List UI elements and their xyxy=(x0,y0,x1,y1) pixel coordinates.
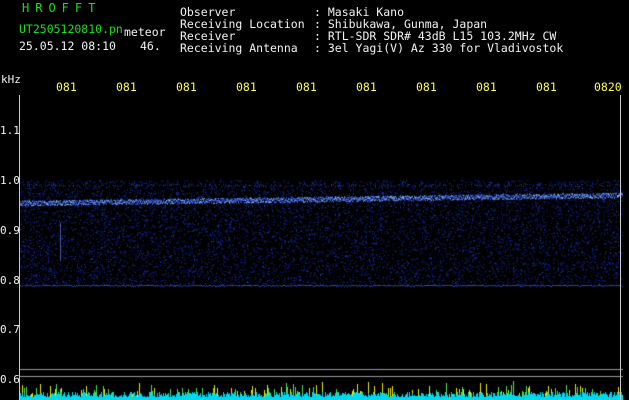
y-tick: 1.0 xyxy=(0,174,20,187)
x-tick: 081 xyxy=(476,80,497,94)
y-tick: 0.9 xyxy=(0,224,20,237)
x-tick: 081 xyxy=(296,80,317,94)
meteor-label: meteor xyxy=(124,25,166,39)
antenna-value: : 3el Yagi(V) Az 330 for Vladivostok xyxy=(314,41,564,55)
y-tick: 0.6 xyxy=(0,373,20,386)
x-tick: 0820 xyxy=(594,80,622,94)
x-tick: 081 xyxy=(236,80,257,94)
meteor-count: 46. xyxy=(140,39,161,53)
file-name: UT2505120810.pn xyxy=(19,22,123,36)
y-tick: 1.1 xyxy=(0,124,20,137)
y-axis-unit: kHz xyxy=(1,73,21,86)
x-tick: 081 xyxy=(356,80,377,94)
x-tick: 081 xyxy=(56,80,77,94)
y-tick: 0.8 xyxy=(0,274,20,287)
date-time: 25.05.12 08:10 xyxy=(19,39,116,53)
x-tick: 081 xyxy=(416,80,437,94)
plot-frame xyxy=(19,95,621,400)
x-tick: 081 xyxy=(536,80,557,94)
x-tick: 081 xyxy=(116,80,137,94)
spectrogram-plot xyxy=(19,95,623,400)
antenna-label: Receiving Antenna xyxy=(180,41,298,55)
app-title: HROFFT xyxy=(22,1,102,15)
y-tick: 0.7 xyxy=(0,323,20,336)
x-tick: 081 xyxy=(176,80,197,94)
